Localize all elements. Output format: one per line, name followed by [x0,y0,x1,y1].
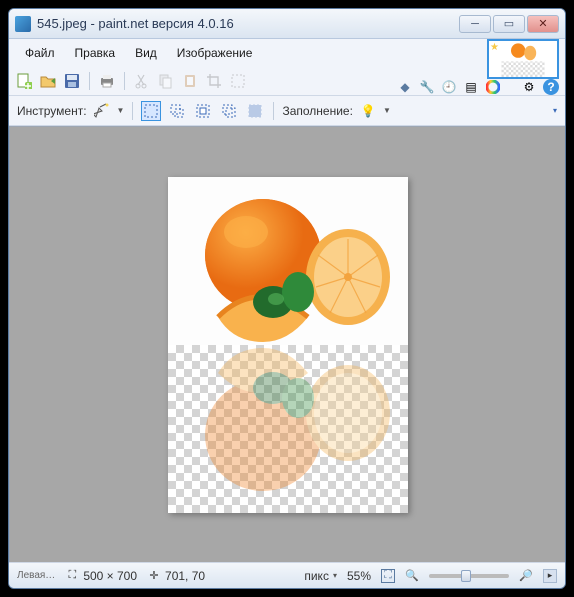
document[interactable] [168,177,408,513]
history-icon[interactable]: 🕘 [441,79,457,95]
zoom-in-icon[interactable]: 🔎 [519,569,533,583]
toolbar-overflow-icon[interactable]: ▾ [553,106,557,115]
menu-file[interactable]: Файл [15,42,65,64]
minimize-button[interactable]: ─ [459,15,491,33]
titlebar[interactable]: 545.jpeg - paint.net версия 4.0.16 ─ ▭ ✕ [9,9,565,39]
fill-mode-icon[interactable]: 💡 [359,102,377,120]
canvas-area[interactable] [9,126,565,562]
app-window: 545.jpeg - paint.net версия 4.0.16 ─ ▭ ✕… [8,8,566,589]
zoom-out-icon[interactable]: 🔍 [405,569,419,583]
print-icon[interactable] [98,72,116,90]
menu-image[interactable]: Изображение [167,42,263,64]
paste-icon[interactable] [181,72,199,90]
new-file-icon[interactable] [15,72,33,90]
fit-window-icon[interactable]: ⛶ [381,569,395,583]
tool-options-bar: Инструмент: ▼ Заполнение: 💡 ▼ ▾ [9,96,565,126]
selection-intersect-icon[interactable] [219,101,239,121]
app-icon [15,16,31,32]
image-reflection [168,345,408,513]
dimensions-icon: ⛶ [65,569,79,583]
scroll-right-icon[interactable]: ▸ [543,569,557,583]
deselect-icon [229,72,247,90]
thumbnail-preview [489,41,557,77]
status-units[interactable]: пикс ▾ [304,569,337,583]
menu-bar: Файл Правка Вид Изображение [9,39,397,67]
selection-subtract-icon[interactable] [193,101,213,121]
maximize-button[interactable]: ▭ [493,15,525,33]
selection-add-icon[interactable] [167,101,187,121]
tool-dropdown-icon[interactable]: ▼ [117,106,125,115]
status-corner: Левая… [17,570,55,581]
menu-edit[interactable]: Правка [65,42,126,64]
selection-replace-icon[interactable] [141,101,161,121]
crop-icon [205,72,223,90]
status-dimensions: ⛶ 500 × 700 [65,569,137,583]
settings-icon[interactable]: 🔧 [419,79,435,95]
colors-icon[interactable] [485,79,501,95]
image-thumbnail[interactable]: ★ [487,39,559,79]
tool-label: Инструмент: [17,104,87,118]
status-zoom: 55% [347,569,371,583]
main-toolbar [9,67,397,95]
menu-view[interactable]: Вид [125,42,167,64]
modified-star-icon: ★ [490,42,499,53]
cursor-pos-icon: ✛ [147,569,161,583]
zoom-slider[interactable] [429,574,509,578]
status-bar: Левая… ⛶ 500 × 700 ✛ 701, 70 пикс ▾ 55% … [9,562,565,588]
save-icon[interactable] [63,72,81,90]
fill-label: Заполнение: [282,104,352,118]
layers-icon[interactable]: ▤ [463,79,479,95]
current-tool-icon[interactable] [93,102,111,120]
utility-toolbar: ◆ 🔧 🕘 ▤ ⚙ ? [397,79,565,95]
tools-window-icon[interactable]: ◆ [397,79,413,95]
window-title: 545.jpeg - paint.net версия 4.0.16 [37,16,459,31]
selection-invert-icon[interactable] [245,101,265,121]
cut-icon [133,72,151,90]
open-file-icon[interactable] [39,72,57,90]
gear-icon[interactable]: ⚙ [521,79,537,95]
fill-dropdown-icon[interactable]: ▼ [383,106,391,115]
image-content [168,177,408,345]
help-icon[interactable]: ? [543,79,559,95]
copy-icon [157,72,175,90]
units-dropdown-icon[interactable]: ▾ [333,571,337,580]
close-button[interactable]: ✕ [527,15,559,33]
status-cursor-pos: ✛ 701, 70 [147,569,205,583]
zoom-slider-thumb[interactable] [461,570,471,582]
